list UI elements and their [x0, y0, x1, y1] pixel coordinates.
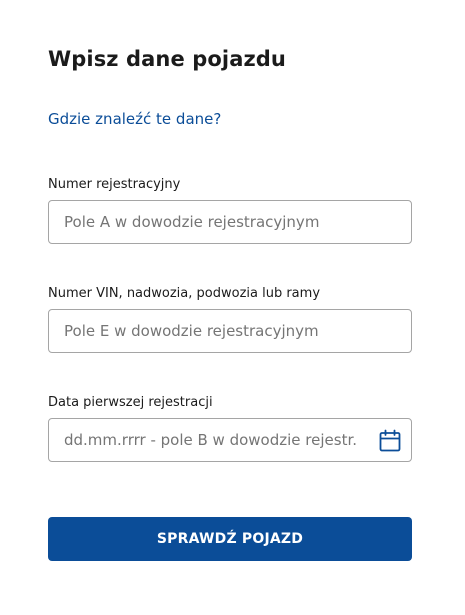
first-registration-date-input[interactable]	[49, 419, 411, 461]
first-registration-date-input-box	[48, 418, 412, 462]
where-to-find-data-link[interactable]: Gdzie znaleźć te dane?	[48, 110, 221, 128]
registration-number-label: Numer rejestracyjny	[48, 177, 181, 192]
page-title: Wpisz dane pojazdu	[48, 47, 286, 71]
first-registration-date-field: Data pierwszej rejestracji	[48, 395, 412, 462]
registration-number-input-box	[48, 200, 412, 244]
calendar-icon[interactable]	[378, 429, 402, 453]
check-vehicle-button[interactable]: SPRAWDŹ POJAZD	[48, 517, 412, 561]
first-registration-date-label: Data pierwszej rejestracji	[48, 395, 213, 410]
vin-number-label: Numer VIN, nadwozia, podwozia lub ramy	[48, 286, 321, 301]
vin-number-input[interactable]	[49, 310, 411, 352]
registration-number-input[interactable]	[49, 201, 411, 243]
vin-number-field: Numer VIN, nadwozia, podwozia lub ramy	[48, 286, 412, 353]
vin-number-input-box	[48, 309, 412, 353]
registration-number-field: Numer rejestracyjny	[48, 177, 412, 244]
